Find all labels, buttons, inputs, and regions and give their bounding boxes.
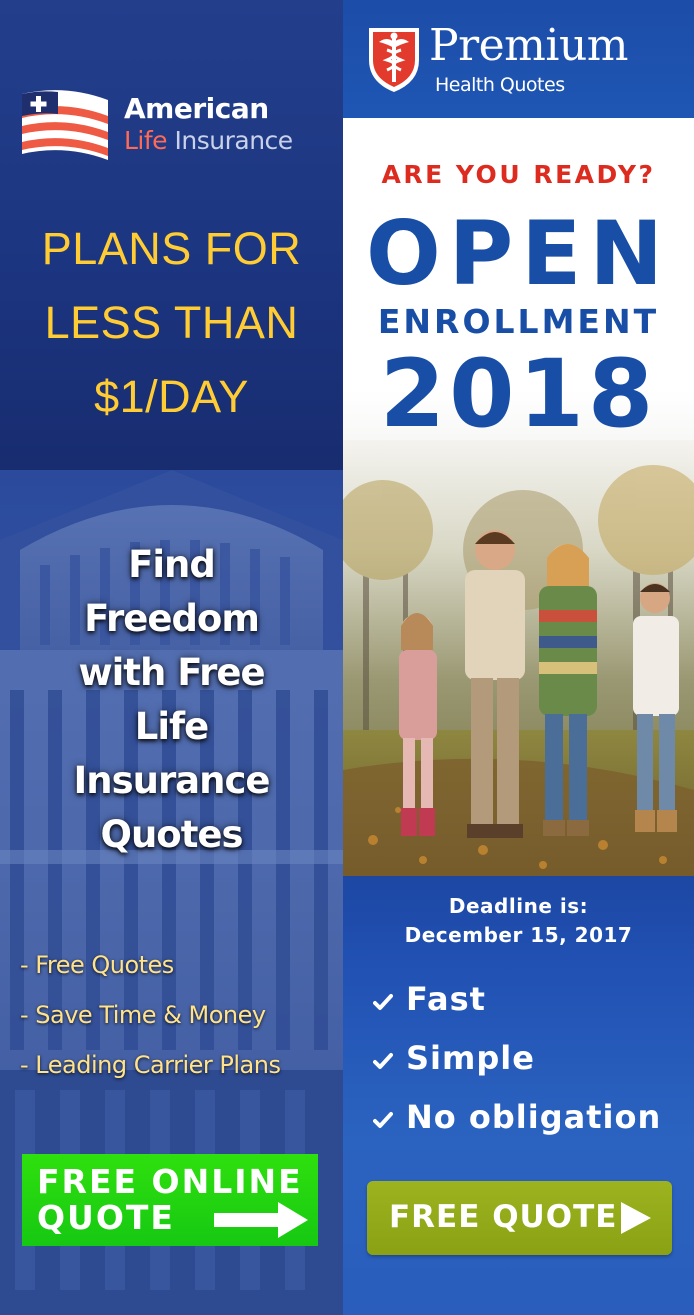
tagline: Find Freedom with Free Life Insurance Qu… <box>0 538 343 862</box>
american-life-logo[interactable]: American Life Insurance <box>20 88 320 172</box>
brand-insurance-word: Insurance <box>174 126 294 155</box>
tagline-line: Freedom <box>84 597 260 640</box>
tagline-line: Quotes <box>100 813 243 856</box>
brand-life-word: Life <box>124 126 168 155</box>
tagline-line: Find <box>128 543 216 586</box>
family-photo <box>343 440 694 878</box>
premium-health-ad[interactable]: Premium Health Quotes ARE YOU READY? OPE… <box>343 0 694 1315</box>
american-life-ad[interactable]: American Life Insurance PLANS FOR LESS T… <box>0 0 343 1315</box>
cta-line1: FREE ONLINE <box>37 1162 303 1201</box>
premium-brand-name: Premium <box>429 20 629 71</box>
headline-line: $1/DAY <box>94 371 249 422</box>
play-arrow-icon <box>621 1202 651 1234</box>
enrollment-title: ENROLLMENT <box>377 302 660 341</box>
premium-brand-subtitle: Health Quotes <box>435 74 565 96</box>
headline-line: PLANS FOR <box>41 223 302 274</box>
benefit-label: Simple <box>406 1039 535 1077</box>
feature-item: - Leading Carrier Plans <box>20 1051 281 1079</box>
feature-item: - Save Time & Money <box>20 1001 266 1029</box>
checkmark-icon <box>373 1112 393 1128</box>
checkmark-icon <box>373 1053 393 1069</box>
headline-line: LESS THAN <box>44 297 299 348</box>
benefit-label: Fast <box>406 980 486 1018</box>
feature-list: - Free Quotes - Save Time & Money - Lead… <box>20 940 340 1090</box>
feature-item: - Free Quotes <box>20 951 174 979</box>
free-quote-label: FREE QUOTE <box>389 1199 618 1235</box>
open-title: OPEN <box>365 202 672 305</box>
free-online-quote-button[interactable]: FREE ONLINE QUOTE <box>22 1154 318 1246</box>
plans-headline: PLANS FOR LESS THAN $1/DAY <box>0 212 343 434</box>
arrow-right-icon <box>214 1202 308 1238</box>
free-quote-button[interactable]: FREE QUOTE <box>367 1181 672 1255</box>
brand-subname: Life Insurance <box>124 126 293 155</box>
flag-logo-icon <box>22 90 108 160</box>
year-title: 2018 <box>379 340 658 449</box>
deadline-label: Deadline is: <box>448 894 589 918</box>
tagline-line: with Free <box>78 651 265 694</box>
deadline-text: Deadline is: December 15, 2017 <box>343 892 694 950</box>
ready-kicker: ARE YOU READY? <box>381 160 656 189</box>
caduceus-shield-icon <box>369 28 419 92</box>
checkmark-icon <box>373 994 393 1010</box>
benefit-label: No obligation <box>406 1098 662 1136</box>
deadline-date: December 15, 2017 <box>404 923 633 947</box>
tagline-line: Insurance <box>73 759 270 802</box>
cta-line2: QUOTE <box>37 1198 175 1237</box>
brand-name: American <box>124 92 269 125</box>
tagline-line: Life <box>134 705 209 748</box>
premium-health-header[interactable]: Premium Health Quotes <box>343 0 694 118</box>
